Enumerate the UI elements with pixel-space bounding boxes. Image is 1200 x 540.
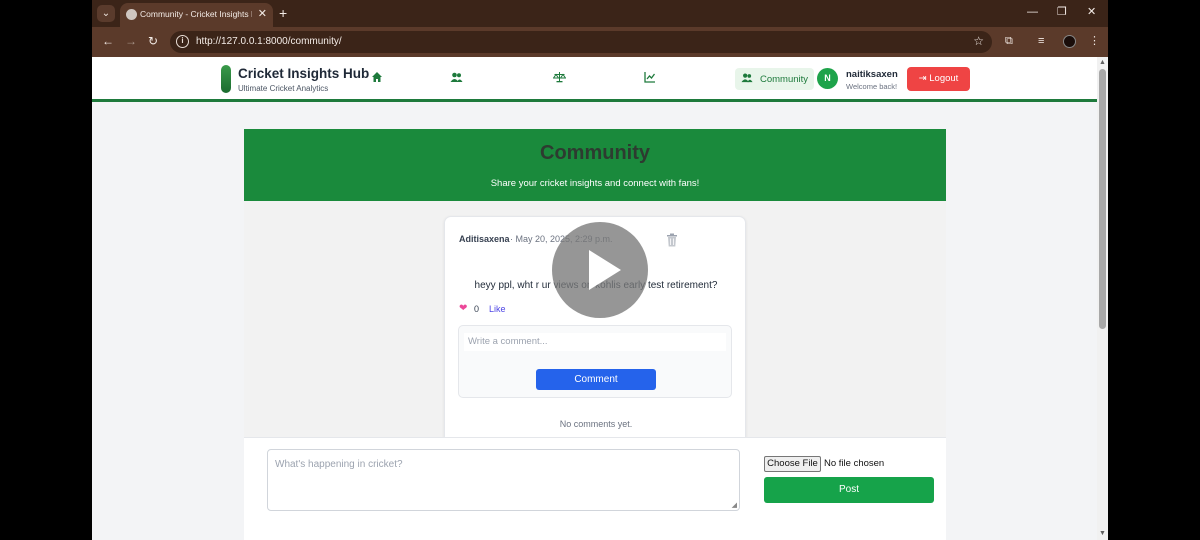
scroll-down-arrow-icon[interactable]: ▼ xyxy=(1099,530,1106,537)
logout-button[interactable]: ⇥ Logout xyxy=(907,67,970,91)
resize-grip-icon[interactable]: ◢ xyxy=(732,501,737,509)
post-textarea[interactable]: What's happening in cricket? ◢ xyxy=(267,449,740,511)
back-icon[interactable]: ← xyxy=(102,34,114,48)
menu-kebab-icon[interactable]: ⋮ xyxy=(1089,34,1100,48)
post-button[interactable]: Post xyxy=(764,477,934,503)
page-title: Community xyxy=(540,142,650,164)
brand-title[interactable]: Cricket Insights Hub xyxy=(238,66,369,81)
community-users-icon xyxy=(741,72,753,86)
browser-window: ⌄ Community - Cricket Insights H ✕ + — ❐… xyxy=(92,0,1108,540)
maximize-button[interactable]: ❐ xyxy=(1057,5,1067,19)
post-textarea-placeholder: What's happening in cricket? xyxy=(275,459,403,470)
page-viewport: Cricket Insights Hub Ultimate Cricket An… xyxy=(92,57,1097,540)
address-bar[interactable]: i http://127.0.0.1:8000/community/ ☆ xyxy=(170,31,992,53)
new-tab-button[interactable]: + xyxy=(279,5,287,21)
close-window-button[interactable]: ✕ xyxy=(1087,5,1096,19)
play-icon xyxy=(589,250,621,290)
like-count: 0 xyxy=(474,304,480,314)
bookmark-star-icon[interactable]: ☆ xyxy=(973,34,984,48)
page-subtitle: Share your cricket insights and connect … xyxy=(490,178,700,189)
username: naitiksaxen xyxy=(846,69,898,80)
site-navbar: Cricket Insights Hub Ultimate Cricket An… xyxy=(92,57,1097,102)
avatar[interactable]: N xyxy=(817,68,838,89)
file-status: No file chosen xyxy=(824,458,885,469)
post-author[interactable]: Aditisaxena xyxy=(459,234,510,244)
community-nav-link[interactable]: Community xyxy=(735,68,814,90)
tab-community[interactable]: Community - Cricket Insights H ✕ xyxy=(120,3,273,27)
tab-close-icon[interactable]: ✕ xyxy=(258,8,267,20)
brand-tagline: Ultimate Cricket Analytics xyxy=(238,84,329,93)
cricket-bat-logo-icon xyxy=(221,65,231,93)
forward-icon[interactable]: → xyxy=(125,34,137,48)
site-info-icon[interactable]: i xyxy=(176,35,189,48)
users-icon[interactable] xyxy=(449,71,463,85)
tab-strip: ⌄ Community - Cricket Insights H ✕ + — ❐… xyxy=(92,0,1108,27)
line-chart-icon[interactable] xyxy=(643,71,657,85)
reload-icon[interactable]: ↻ xyxy=(148,34,158,48)
media-controls-icon[interactable]: ≡ xyxy=(1038,34,1044,48)
globe-icon xyxy=(126,9,137,20)
community-hero: Community Share your cricket insights an… xyxy=(244,129,946,201)
browser-toolbar: ← → ↻ i http://127.0.0.1:8000/community/… xyxy=(92,27,1108,57)
scrollbar-thumb[interactable] xyxy=(1099,69,1106,329)
sign-out-icon: ⇥ xyxy=(918,73,927,84)
heart-icon[interactable]: ❤ xyxy=(459,303,467,314)
welcome-text: Welcome back! xyxy=(846,82,898,91)
profile-avatar-icon[interactable] xyxy=(1063,35,1076,48)
no-comments-text: No comments yet. xyxy=(559,419,633,429)
minimize-button[interactable]: — xyxy=(1027,5,1038,19)
page-scrollbar[interactable]: ▲ ▼ xyxy=(1097,57,1108,540)
compose-post-form: What's happening in cricket? ◢ Choose Fi… xyxy=(244,437,946,540)
comment-button[interactable]: Comment xyxy=(536,369,656,390)
delete-trash-icon[interactable] xyxy=(666,233,678,247)
left-letterbox xyxy=(0,0,92,540)
scroll-up-arrow-icon[interactable]: ▲ xyxy=(1099,59,1106,66)
community-nav-label: Community xyxy=(760,74,809,85)
url-text: http://127.0.0.1:8000/community/ xyxy=(196,36,342,47)
balance-scale-icon[interactable] xyxy=(552,71,566,85)
extensions-icon[interactable]: ⧉ xyxy=(1005,34,1013,48)
tab-title: Community - Cricket Insights H xyxy=(140,9,252,19)
choose-file-button[interactable]: Choose File xyxy=(764,456,821,472)
comment-input[interactable]: Write a comment... xyxy=(464,333,726,351)
logout-label: Logout xyxy=(929,73,959,84)
tab-search-button[interactable]: ⌄ xyxy=(97,5,115,22)
right-letterbox xyxy=(1108,0,1200,540)
video-play-overlay[interactable] xyxy=(552,222,648,318)
home-icon[interactable] xyxy=(370,71,384,85)
comment-form: Write a comment... Comment xyxy=(458,325,732,398)
like-button[interactable]: Like xyxy=(489,304,506,314)
